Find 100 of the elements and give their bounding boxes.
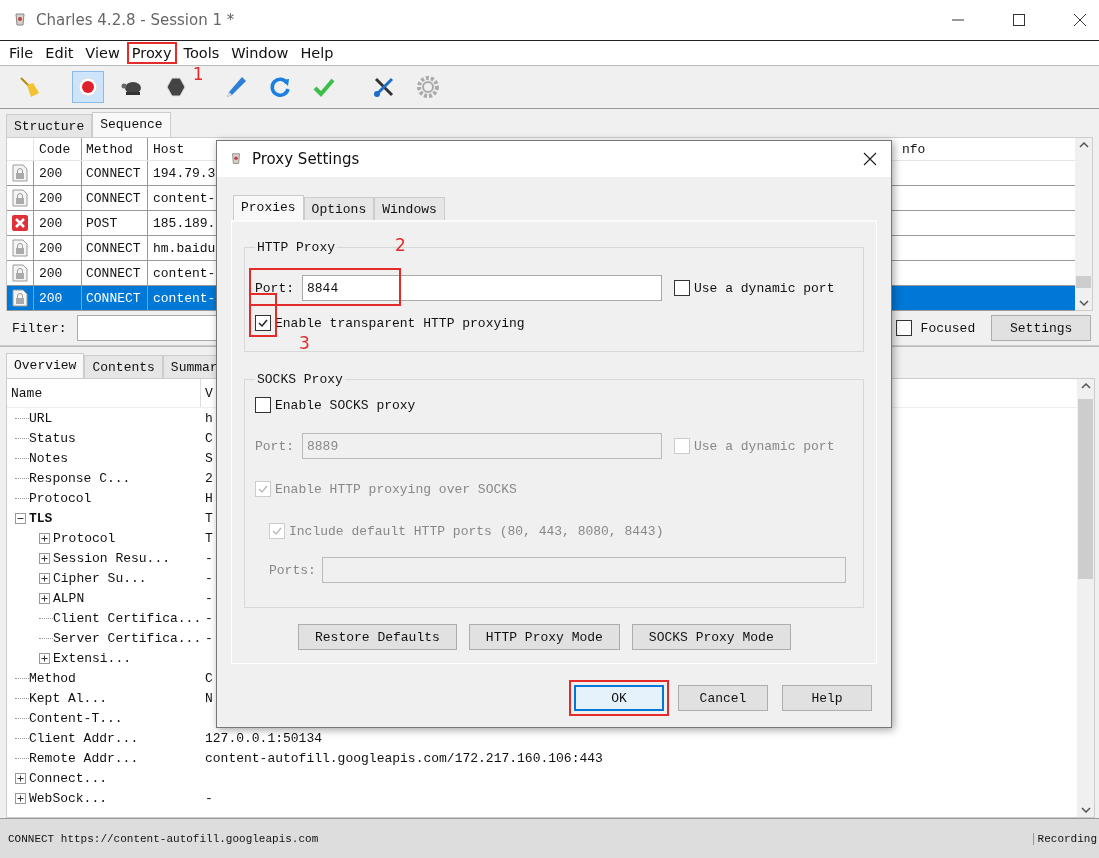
- menu-item[interactable]: Edit: [40, 42, 79, 64]
- tree-item-value: C: [204, 670, 213, 686]
- dialog-tab[interactable]: Proxies: [233, 195, 304, 220]
- wrench-screwdriver-icon: [372, 75, 396, 99]
- column-header[interactable]: Method: [82, 138, 148, 160]
- dialog-tab[interactable]: Windows: [374, 197, 445, 220]
- dialog-tab[interactable]: Options: [303, 197, 375, 220]
- tree-item-label[interactable]: Extensi...: [53, 650, 131, 666]
- tree-item-value: h: [204, 410, 213, 426]
- app-icon: [12, 12, 28, 28]
- table-cell-text: content-: [152, 289, 217, 308]
- menu-item[interactable]: File: [4, 42, 39, 64]
- tree-item-label[interactable]: Session Resu...: [53, 550, 171, 566]
- port-field[interactable]: 8844: [302, 275, 662, 301]
- dialog-title: Proxy Settings: [252, 150, 360, 168]
- scroll-down-icon[interactable]: [1078, 300, 1089, 306]
- scroll-thumb[interactable]: [1076, 276, 1091, 288]
- dynamic-port-checkbox[interactable]: [674, 280, 690, 296]
- scroll-up-icon[interactable]: [1080, 383, 1091, 389]
- tree-item-label[interactable]: Remote Addr...: [29, 750, 139, 766]
- column-header[interactable]: nfo: [902, 141, 926, 157]
- tree-item-label[interactable]: Kept Al...: [29, 690, 107, 706]
- column-header[interactable]: V: [201, 385, 213, 401]
- scroll-thumb[interactable]: [1078, 399, 1093, 579]
- tree-item-label[interactable]: Method: [29, 670, 76, 686]
- mode-button[interactable]: HTTP Proxy Mode: [468, 624, 620, 650]
- tree-item-label[interactable]: TLS: [29, 510, 53, 526]
- tree-item-value: content-autofill.googleapis.com/172.217.160.106:443: [204, 750, 603, 766]
- menu-item[interactable]: Help: [295, 42, 339, 64]
- dialog-button[interactable]: Help: [782, 685, 872, 711]
- expand-icon[interactable]: [39, 572, 50, 584]
- expand-icon[interactable]: [39, 532, 50, 544]
- table-cell: CONNECT: [82, 261, 148, 285]
- tree-item-label[interactable]: Connect...: [29, 770, 107, 786]
- tree-item-label[interactable]: WebSock...: [29, 790, 107, 806]
- tree-item-label[interactable]: ALPN: [53, 590, 85, 606]
- expand-icon[interactable]: [15, 772, 26, 784]
- recording-status: Recording: [1032, 832, 1099, 845]
- focused-checkbox[interactable]: [895, 320, 912, 336]
- expand-icon[interactable]: [15, 792, 26, 804]
- tree-item-value: -: [204, 570, 213, 586]
- group-title: SOCKS Proxy: [256, 372, 344, 387]
- tree-item-label[interactable]: Cipher Su...: [53, 570, 147, 586]
- expand-icon[interactable]: [39, 552, 50, 564]
- focused-label: Focused: [920, 320, 976, 336]
- tree-item-value: -: [204, 590, 213, 606]
- column-header[interactable]: Host: [148, 138, 218, 160]
- table-cell: 200: [34, 261, 82, 285]
- maximize-icon[interactable]: [1012, 13, 1026, 27]
- menu-item[interactable]: View: [80, 42, 125, 64]
- checkbox-label: Use a dynamic port: [694, 280, 835, 296]
- tree-item-label[interactable]: URL: [29, 410, 53, 426]
- detail-tab[interactable]: Overview: [6, 353, 85, 378]
- tree-item-label[interactable]: Content-T...: [29, 710, 123, 726]
- close-icon[interactable]: [1073, 13, 1087, 27]
- tree-item-value: T: [204, 510, 213, 526]
- record-icon: [76, 75, 100, 99]
- tree-item-label[interactable]: Protocol: [53, 530, 116, 546]
- expand-icon[interactable]: [39, 592, 50, 604]
- filter-label: Filter:: [12, 320, 67, 336]
- broom-icon: [18, 75, 42, 99]
- mode-button[interactable]: Restore Defaults: [298, 624, 457, 650]
- tree-item-label[interactable]: Protocol: [29, 490, 92, 506]
- close-icon[interactable]: [863, 152, 877, 166]
- dialog-button[interactable]: OK: [574, 685, 664, 711]
- view-tab[interactable]: Structure: [6, 114, 93, 137]
- checkbox-label: Use a dynamic port: [694, 438, 835, 454]
- tree-item-label[interactable]: Client Certifica...: [53, 610, 202, 626]
- column-header[interactable]: Code: [34, 138, 82, 160]
- collapse-icon[interactable]: [15, 512, 26, 524]
- table-cell-text: hm.baidu: [152, 239, 217, 258]
- menu-item[interactable]: Proxy: [126, 42, 177, 64]
- dialog-button[interactable]: Cancel: [678, 685, 768, 711]
- column-header[interactable]: Name: [7, 379, 201, 407]
- scroll-up-icon[interactable]: [1078, 142, 1089, 148]
- menu-item[interactable]: Window: [226, 42, 294, 64]
- tree-item-label[interactable]: Client Addr...: [29, 730, 139, 746]
- scrollbar[interactable]: [1077, 379, 1094, 817]
- table-cell: POST: [82, 211, 148, 235]
- table-cell-text: content-: [152, 264, 217, 283]
- menu-item[interactable]: Tools: [178, 42, 225, 64]
- scrollbar[interactable]: [1075, 138, 1092, 310]
- expand-icon[interactable]: [39, 652, 50, 664]
- mode-button[interactable]: SOCKS Proxy Mode: [631, 624, 791, 650]
- table-cell-text: 185.189.: [152, 214, 217, 233]
- tree-item-label[interactable]: Response C...: [29, 470, 131, 486]
- tree-item-value: -: [204, 550, 213, 566]
- view-tab[interactable]: Sequence: [92, 112, 171, 137]
- tree-item-label[interactable]: Server Certifica...: [53, 630, 202, 646]
- tree-item-label[interactable]: Status: [29, 430, 76, 446]
- tree-item-value: C: [204, 430, 213, 446]
- pen-icon: [224, 75, 248, 99]
- table-cell-text: content-: [152, 189, 217, 208]
- settings-button[interactable]: Settings: [991, 315, 1092, 341]
- transparent-checkbox[interactable]: [255, 315, 271, 331]
- scroll-down-icon[interactable]: [1080, 807, 1091, 813]
- detail-tab[interactable]: Contents: [84, 355, 163, 378]
- tree-item-label[interactable]: Notes: [29, 450, 68, 466]
- record-button[interactable]: [72, 71, 104, 103]
- tree-item-value: -: [204, 610, 213, 626]
